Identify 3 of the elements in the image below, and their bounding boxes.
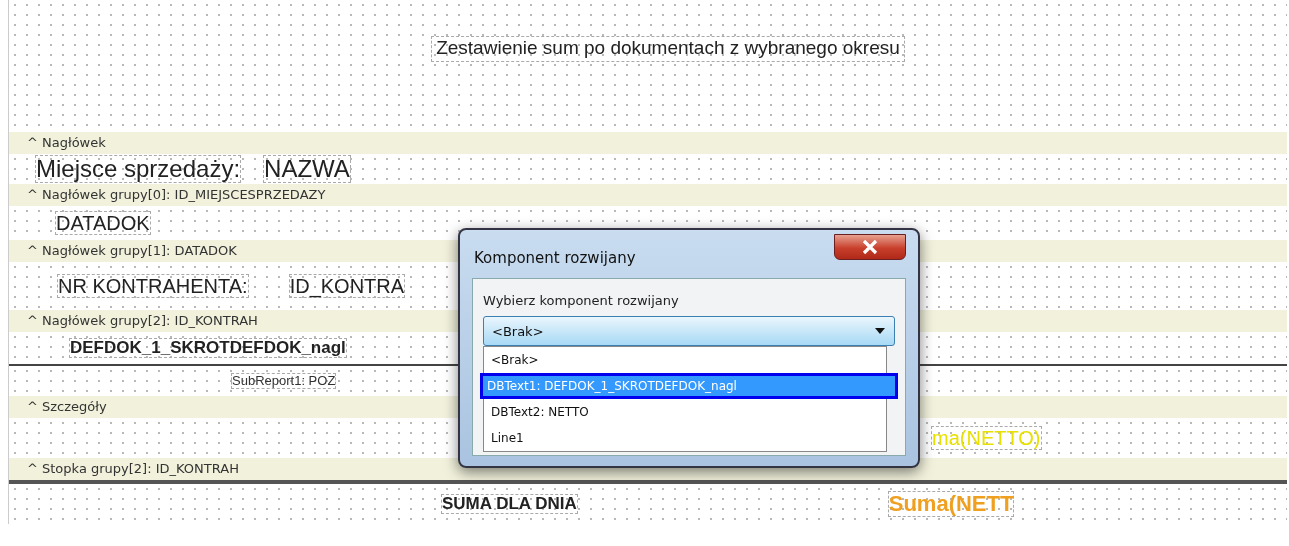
dialog-title: Komponent rozwijany: [474, 249, 636, 267]
combo-label: Wybierz komponent rozwijany: [483, 293, 680, 308]
report-title: Zestawienie sum po dokumentach z wybranego okresu: [431, 36, 905, 62]
